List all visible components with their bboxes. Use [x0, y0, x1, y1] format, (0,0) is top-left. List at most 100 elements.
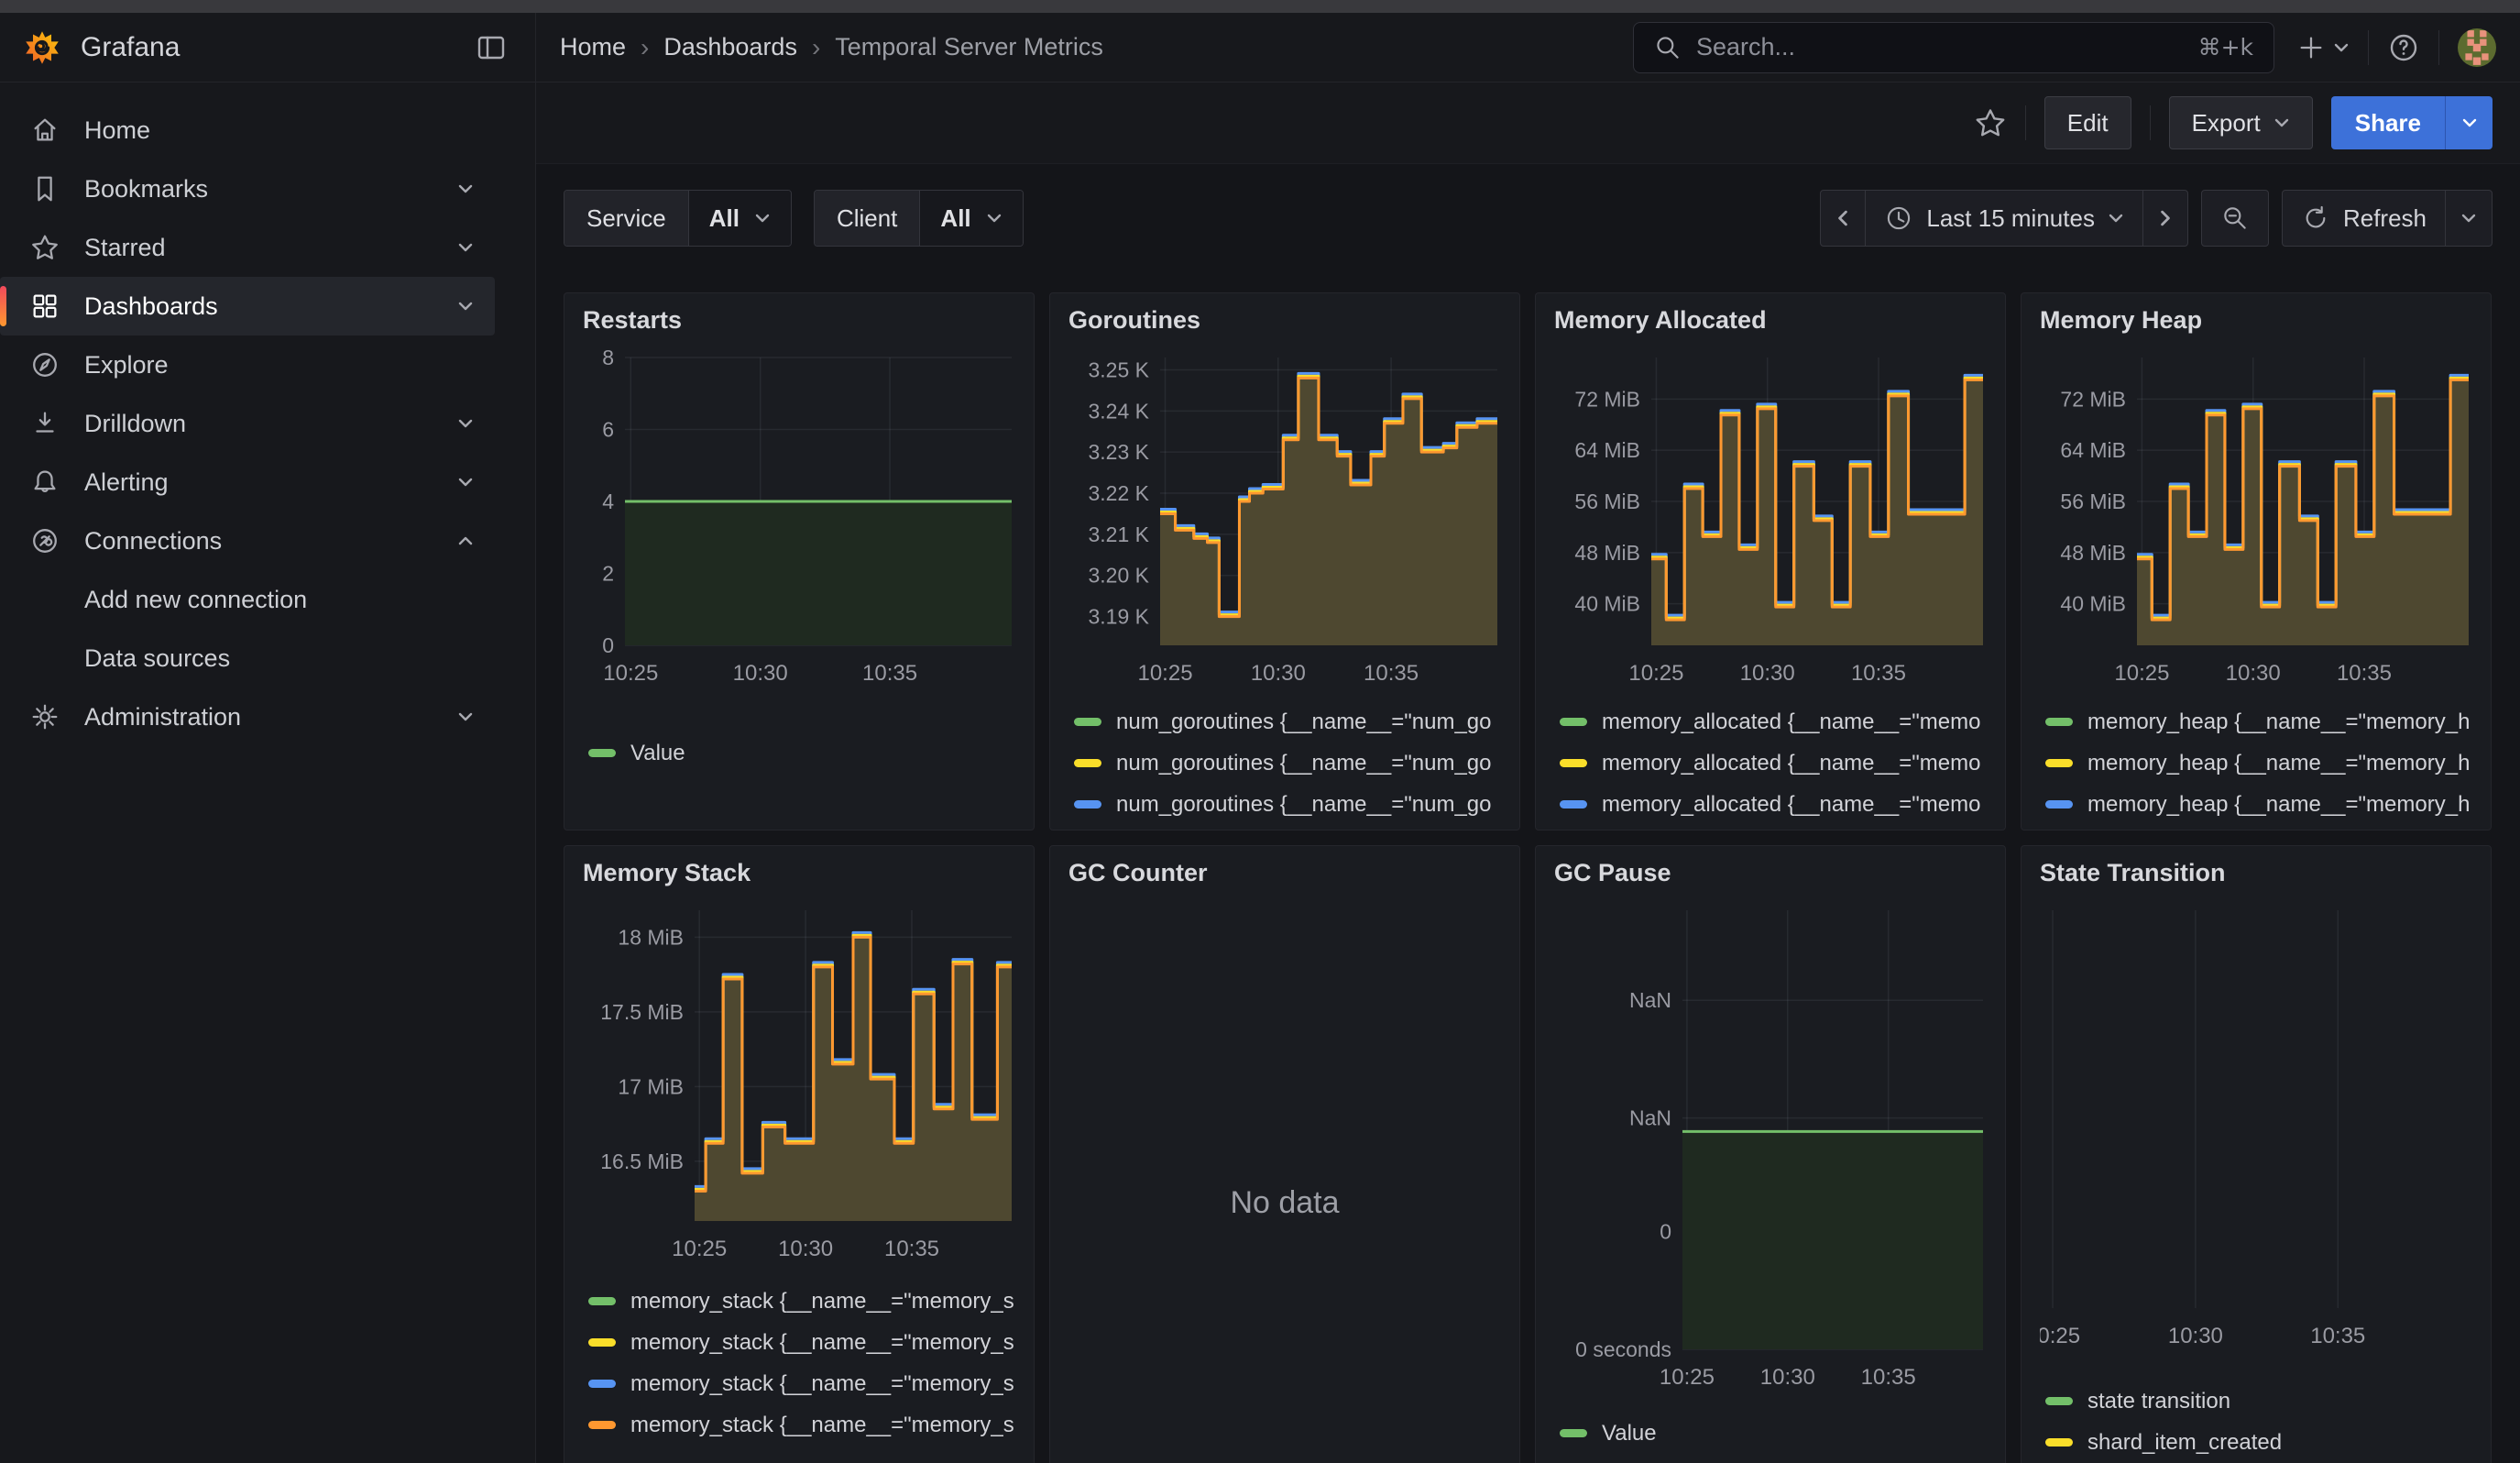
- panel-title[interactable]: Goroutines: [1068, 306, 1501, 343]
- share-button[interactable]: Share: [2331, 96, 2445, 149]
- search-shortcut: ⌘+k: [2198, 34, 2253, 60]
- legend-item[interactable]: Value: [583, 732, 1015, 774]
- sidebar-item-starred[interactable]: Starred: [0, 218, 495, 277]
- svg-text:NaN: NaN: [1629, 1106, 1671, 1130]
- svg-text:4: 4: [602, 490, 614, 513]
- new-dashboard-button[interactable]: [2296, 28, 2350, 68]
- legend-item[interactable]: num_goroutines {__name__="num_go: [1068, 742, 1501, 784]
- legend-item[interactable]: memory_stack {__name__="memory_s: [583, 1322, 1015, 1363]
- service-filter-value[interactable]: All: [688, 191, 791, 246]
- sidebar-item-home[interactable]: Home: [0, 101, 495, 160]
- breadcrumb-separator: ›: [641, 33, 649, 62]
- zoom-out-icon: [2220, 204, 2250, 233]
- panel-title[interactable]: Memory Stack: [583, 859, 1015, 896]
- memory-allocated-legend: memory_allocated {__name__="memomemory_a…: [1554, 701, 1987, 830]
- legend-item[interactable]: memory_heap {__name__="memory_h: [2040, 825, 2472, 830]
- avatar[interactable]: [2458, 28, 2496, 67]
- memory-heap-chart: 40 MiB48 MiB56 MiB64 MiB72 MiB10:2510:30…: [2040, 343, 2472, 696]
- legend-item[interactable]: memory_allocated {__name__="memo: [1554, 825, 1987, 830]
- sidebar-item-alerting[interactable]: Alerting: [0, 453, 495, 512]
- memory-stack-chart: 16.5 MiB17 MiB17.5 MiB18 MiB10:2510:3010…: [583, 896, 1015, 1271]
- svg-text:48 MiB: 48 MiB: [2060, 541, 2126, 565]
- legend-item[interactable]: num_goroutines {__name__="num_go: [1068, 701, 1501, 742]
- legend-item[interactable]: Value: [1554, 1413, 1987, 1454]
- legend-item[interactable]: memory_allocated {__name__="memo: [1554, 742, 1987, 784]
- svg-text:10:30: 10:30: [2168, 1324, 2223, 1348]
- sidebar-item-data-sources[interactable]: Data sources: [0, 629, 495, 688]
- help-button[interactable]: [2387, 28, 2420, 68]
- client-filter[interactable]: Client All: [814, 190, 1024, 247]
- svg-text:10:25: 10:25: [2114, 661, 2169, 686]
- legend-item[interactable]: memory_stack {__name__="memory_s: [583, 1404, 1015, 1446]
- panel-title[interactable]: Restarts: [583, 306, 1015, 343]
- svg-text:10:30: 10:30: [1760, 1365, 1815, 1390]
- chevron-down-icon: [456, 417, 475, 430]
- share-dropdown-button[interactable]: [2445, 96, 2493, 149]
- time-range-picker[interactable]: Last 15 minutes: [1865, 191, 2142, 246]
- refresh-button[interactable]: Refresh: [2283, 191, 2445, 246]
- legend-item[interactable]: memory_heap {__name__="memory_h: [2040, 742, 2472, 784]
- refresh-interval-button[interactable]: [2445, 191, 2492, 246]
- legend-item[interactable]: memory_heap {__name__="memory_h: [2040, 701, 2472, 742]
- legend-label: Value: [630, 741, 685, 766]
- svg-text:72 MiB: 72 MiB: [1574, 387, 1640, 411]
- home-icon: [29, 115, 60, 146]
- export-button[interactable]: Export: [2169, 96, 2313, 149]
- dock-sidebar-toggle[interactable]: [471, 28, 511, 68]
- panel-title[interactable]: Memory Allocated: [1554, 306, 1987, 343]
- svg-text:10:25: 10:25: [2040, 1324, 2080, 1348]
- client-filter-label: Client: [815, 191, 919, 246]
- legend-swatch: [2045, 1397, 2073, 1405]
- search-input[interactable]: Search... ⌘+k: [1633, 22, 2274, 73]
- time-forward-button[interactable]: [2142, 191, 2187, 246]
- legend-item[interactable]: num_goroutines {__name__="num_go: [1068, 784, 1501, 825]
- sidebar-item-add-new-connection[interactable]: Add new connection: [0, 570, 495, 629]
- sidebar-item-administration[interactable]: Administration: [0, 688, 495, 746]
- legend-item[interactable]: memory_heap {__name__="memory_h: [2040, 784, 2472, 825]
- edit-button[interactable]: Edit: [2044, 96, 2131, 149]
- sidebar-item-bookmarks[interactable]: Bookmarks: [0, 160, 495, 218]
- legend-label: memory_stack {__name__="memory_s: [630, 1413, 1014, 1438]
- grafana-logo: [24, 29, 60, 66]
- refresh-group: Refresh: [2282, 190, 2493, 247]
- panel-title[interactable]: Memory Heap: [2040, 306, 2472, 343]
- legend-item[interactable]: shard_item_created: [2040, 1422, 2472, 1463]
- svg-text:10:35: 10:35: [1364, 661, 1419, 686]
- breadcrumb-home[interactable]: Home: [560, 33, 626, 61]
- client-filter-value[interactable]: All: [919, 191, 1022, 246]
- svg-text:3.20 K: 3.20 K: [1089, 564, 1150, 588]
- breadcrumb-dashboards[interactable]: Dashboards: [663, 33, 797, 61]
- sidebar-item-explore[interactable]: Explore: [0, 336, 495, 394]
- legend-swatch: [588, 1297, 616, 1305]
- legend-swatch: [2045, 800, 2073, 808]
- favorite-star-button[interactable]: [1974, 103, 2007, 143]
- svg-text:40 MiB: 40 MiB: [2060, 592, 2126, 616]
- legend-item[interactable]: num_goroutines {__name__="num_go: [1068, 825, 1501, 830]
- svg-text:72 MiB: 72 MiB: [2060, 387, 2126, 411]
- svg-text:17.5 MiB: 17.5 MiB: [600, 1000, 684, 1024]
- legend-item[interactable]: memory_stack {__name__="memory_s: [583, 1281, 1015, 1322]
- drilldown-icon: [29, 408, 60, 439]
- sidebar-item-connections[interactable]: Connections: [0, 512, 495, 570]
- sidebar-item-dashboards[interactable]: Dashboards: [0, 277, 495, 336]
- restarts-legend: Value: [583, 732, 1015, 774]
- panel-title[interactable]: State Transition: [2040, 859, 2472, 896]
- time-back-button[interactable]: [1821, 191, 1865, 246]
- panel-title[interactable]: GC Counter: [1068, 859, 1501, 896]
- sidebar-item-drilldown[interactable]: Drilldown: [0, 394, 495, 453]
- connections-icon: [29, 525, 60, 556]
- panel-title[interactable]: GC Pause: [1554, 859, 1987, 896]
- chevron-down-icon: [2108, 212, 2124, 225]
- svg-text:10:25: 10:25: [1137, 661, 1192, 686]
- svg-text:NaN: NaN: [1629, 988, 1671, 1012]
- legend-item[interactable]: state transition: [2040, 1380, 2472, 1422]
- legend-item[interactable]: memory_stack {__name__="memory_s: [583, 1363, 1015, 1404]
- service-filter[interactable]: Service All: [564, 190, 792, 247]
- legend-item[interactable]: memory_allocated {__name__="memo: [1554, 701, 1987, 742]
- avatar-image: [2458, 28, 2496, 67]
- legend-item[interactable]: memory_allocated {__name__="memo: [1554, 784, 1987, 825]
- zoom-out-button[interactable]: [2202, 191, 2268, 246]
- header-actions: [2296, 28, 2496, 68]
- chevron-down-icon: [2273, 116, 2290, 129]
- chevron-down-icon: [754, 212, 771, 225]
